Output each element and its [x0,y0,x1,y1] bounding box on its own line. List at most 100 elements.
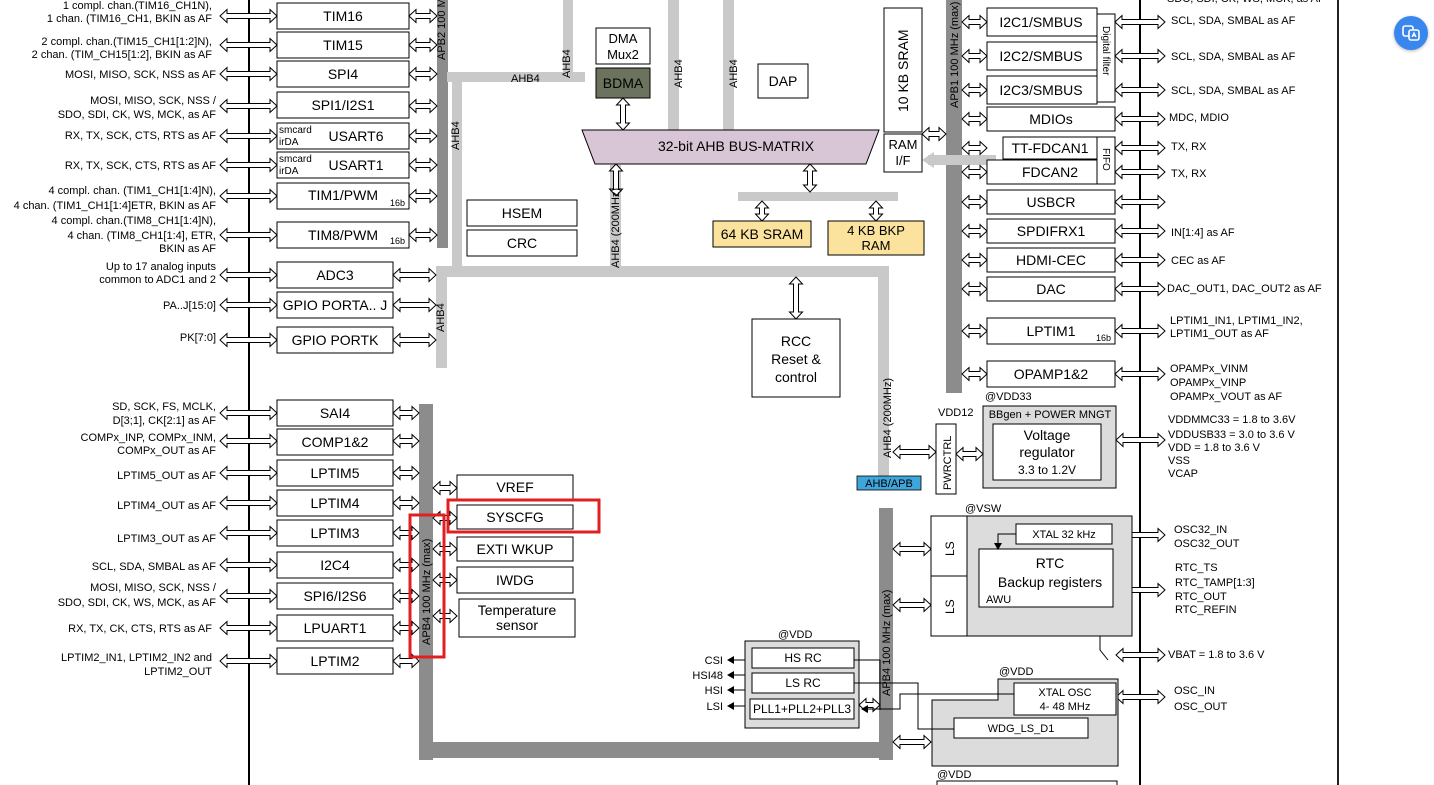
dap-label: DAP [769,73,798,89]
right-signal-label: VBAT = 1.8 to 3.6 V [1168,649,1265,661]
right-signal-label: OSC32_IN [1174,524,1227,536]
sai4-label: SAI4 [320,405,351,421]
left-signal-label: SDO, SDI, CK, WS, MCK, as AF [58,109,217,121]
left-signal-label: LPTIM2_IN1, LPTIM2_IN2 and [61,652,212,664]
hdmicec-label: HDMI-CEC [1016,252,1086,268]
left-signal-label: 1 chan. (TIM16_CH1, BKIN as AF [47,13,212,25]
vdd33-label: @VDD33 [985,391,1032,403]
temp-line1: Temperature [478,602,557,618]
clock-output-arrows [727,656,745,710]
tim8-16b: 16b [390,236,405,246]
apb1-link-arrow [961,252,988,268]
apb1-link-arrow [961,323,988,339]
left-signal-label: MOSI, MISO, SCK, NSS / [90,582,217,594]
right-signal-label: RTC_OUT [1175,591,1227,603]
left-signal-label: 2 compl. chan.(TIM15_CH1[1:2]N), [41,36,212,48]
tim1-label: TIM1/PWM [308,187,378,203]
rcc-arrow [788,276,804,320]
bdma-label: BDMA [603,75,644,91]
ahb4-label-c: AHB4 [561,49,573,78]
rtc-line1: RTC [1036,555,1065,571]
apb1-link-arrow [961,82,988,98]
pwrctrl-label: PWRCTRL [942,436,954,490]
lsi-label: LSI [706,701,723,713]
xtalosc-line1: XTAL OSC [1038,687,1091,699]
apb1-link-arrow [961,111,988,127]
left-signal-label: SCL, SDA, SMBAL as AF [92,561,217,573]
right-signal-label: VDDMMC33 = 1.8 to 3.6V [1168,414,1296,426]
ahb-apb-label: AHB/APB [865,478,913,490]
right-signal-label: IN[1:4] as AF [1171,227,1235,239]
apb1-link-arrow [961,366,988,382]
apb1-peripherals: I2C1/SMBUS I2C2/SMBUS I2C3/SMBUS Digital… [986,7,1116,388]
iwdg-label: IWDG [496,572,534,588]
rcc-line3: control [775,369,817,385]
fdcan2-label: FDCAN2 [1022,164,1078,180]
apb2-link-arrow [408,8,438,24]
lptim2-label: LPTIM2 [310,653,359,669]
xtalosc-line2: 4- 48 MHz [1040,701,1091,713]
left-signal-label: 4 chan. (TIM8_CH1[1:4], ETR, [67,230,216,242]
vreg-line2: regulator [1019,444,1075,460]
digital-filter-label: Digital filter [1100,26,1111,76]
right-signal-label: OSC_IN [1174,685,1215,697]
left-signal-label: RX, TX, SCK, CTS, RTS as AF [65,130,216,142]
apb4-link-arrow [392,465,420,481]
vdd-label-a: @VDD [778,629,812,641]
right-signal-label: LPTIM1_OUT as AF [1170,328,1269,340]
left-signal-label: MOSI, MISO, SCK, NSS / [90,95,217,107]
block-diagram: TIM16 TIM15 SPI4 SPI1/I2S1 smcard irDA U… [14,0,1325,785]
fifo-label: FIFO [1100,148,1111,171]
hsi48-label: HSI48 [692,670,723,682]
pwrctrl-link-arrow [955,446,984,462]
left-signal-label: SDO, SDI, CK, WS, MCK, as AF [58,597,217,609]
ramif-line1: RAM [889,137,918,152]
dmamux-line2: Mux2 [607,47,639,62]
right-signal-label: TX, RX [1171,141,1207,153]
apb2-link-arrow [408,128,438,144]
apb4-inner-arrow [432,480,458,496]
spi1-label: SPI1/I2S1 [311,97,374,113]
apb4-link-arrow [392,525,420,541]
left-signal-label: 4 compl. chan.(TIM8_CH1[1:4]N), [52,215,216,227]
apb4-left-label: APB4 100 MHz (max) [421,539,433,645]
i2c2-label: I2C2/SMBUS [999,48,1082,64]
i2c3-label: I2C3/SMBUS [999,82,1082,98]
right-signal-label: RTC_REFIN [1175,604,1237,616]
vdd-label-b: @VDD [999,666,1033,678]
comp-label: COMP1&2 [302,434,369,450]
lptim3-label: LPTIM3 [310,525,359,541]
ahb4-label-b: AHB4 [511,73,540,85]
bus-matrix-label: 32-bit AHB BUS-MATRIX [658,138,815,154]
left-signal-label: PA..J[15:0] [163,300,216,312]
bottom-block-partial [936,780,1118,785]
right-signals: SDC, SDI, CK, WS, MCK, as AF SCL, SDA, SM… [1167,0,1325,713]
ahb4-label-d: AHB4 [673,59,685,88]
vreg-line1: Voltage [1024,427,1071,443]
ahb4-bus [436,266,886,277]
left-signal-label: 4 chan. (TIM1_CH1[1:4]ETR, BKIN as AF [14,200,217,212]
usart1-label: USART1 [329,157,384,173]
translate-button[interactable] [1394,16,1428,50]
right-signal-label: VCAP [1168,468,1198,480]
right-signal-label: RTC_TAMP[1:3] [1175,577,1255,589]
right-signal-label: TX, RX [1171,168,1207,180]
bkp-line2: RAM [862,238,891,253]
sram-bus [738,192,898,201]
left-signal-label: LPTIM5_OUT as AF [117,470,216,482]
usbcr-label: USBCR [1026,194,1075,210]
left-signals: 1 compl. chan.(TIM16_CH1N),1 chan. (TIM1… [14,0,217,678]
apb1-link-arrow [961,48,988,64]
ls-link-arrow [892,541,932,557]
spi4-label: SPI4 [328,66,359,82]
apb2-link-arrow [408,227,438,243]
ls-label-bottom: LS [943,599,957,614]
wdg-label: WDG_LS_D1 [988,723,1055,735]
pll-label: PLL1+PLL2+PLL3 [753,702,851,716]
ttfdcan-label: TT-FDCAN1 [1012,140,1089,156]
spdif-label: SPDIFRX1 [1017,223,1086,239]
vsw-label: @VSW [965,503,1002,515]
left-signal-label: D[3;1], CK[2:1] as AF [113,415,217,427]
exti-label: EXTI WKUP [476,541,553,557]
left-signal-label: LPTIM3_OUT as AF [117,533,216,545]
